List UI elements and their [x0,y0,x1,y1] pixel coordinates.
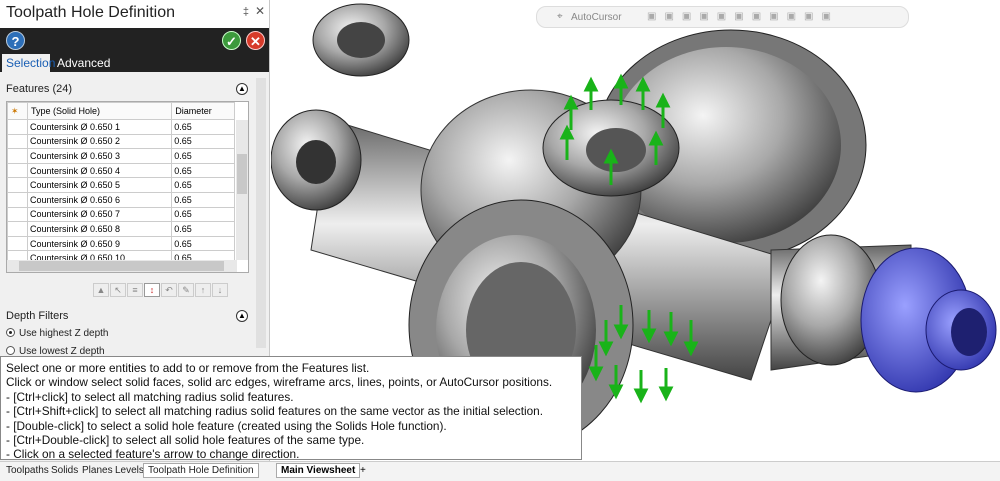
cell-diameter[interactable]: 0.65 [171,119,235,135]
arrow-down-icon[interactable]: ↓ [212,283,228,297]
tooltip-line: - [Ctrl+Shift+click] to select all match… [6,404,544,419]
table-row[interactable]: Countersink Ø 0.650 3 0.65 [7,148,235,164]
row-selector[interactable] [7,221,28,237]
column-diameter[interactable]: Diameter [171,102,235,120]
edit-icon[interactable]: ✎ [178,283,194,297]
tab-toolpath-hole-definition[interactable]: Toolpath Hole Definition [143,463,259,478]
check-icon[interactable]: ✓ [222,31,241,50]
tab-levels[interactable]: Levels [115,465,144,476]
collapse-icon[interactable]: ▲ [236,310,248,322]
grid-horizontal-scrollbar[interactable] [7,260,237,272]
panel-toolbar: ? ✓ ✕ [0,28,269,54]
tooltip-line: - Click on a selected feature's arrow to… [6,447,300,462]
collapse-icon[interactable]: ▲ [236,83,248,95]
add-viewsheet-button[interactable]: + [360,465,366,476]
table-row[interactable]: Countersink Ø 0.650 4 0.65 [7,162,235,179]
pin-icon[interactable]: ‡ [243,6,249,18]
grid-tools-icon[interactable]: ✶ [7,102,28,120]
cell-type[interactable]: Countersink Ø 0.650 2 [26,133,173,150]
column-type[interactable]: Type (Solid Hole) [26,102,173,120]
row-selector[interactable] [7,191,28,208]
tooltip-line: - [Ctrl+click] to select all matching ra… [6,389,294,404]
cell-diameter[interactable]: 0.65 [171,235,235,252]
tooltip-line: - [Double-click] to select a solid hole … [6,418,447,433]
cell-diameter[interactable]: 0.65 [171,133,235,150]
radio-highest-z[interactable]: Use highest Z depth [6,328,109,339]
tab-solids[interactable]: Solids [51,465,78,476]
cell-type[interactable]: Countersink Ø 0.650 6 [26,191,173,208]
tab-toolpaths[interactable]: Toolpaths [6,465,49,476]
cell-diameter[interactable]: 0.65 [171,148,235,164]
panel-tabs: Selection Advanced [0,54,269,72]
cell-diameter[interactable]: 0.65 [171,177,235,193]
panel-scrollbar[interactable] [256,78,266,348]
grid-vertical-scrollbar[interactable] [236,120,248,260]
cell-type[interactable]: Countersink Ø 0.650 8 [26,221,173,237]
tab-selection[interactable]: Selection [2,54,55,72]
row-selector[interactable] [7,133,28,150]
cell-diameter[interactable]: 0.65 [171,162,235,179]
cancel-icon[interactable]: ✕ [246,31,265,50]
tooltip-line: Select one or more entities to add to or… [6,361,370,375]
row-selector[interactable] [7,148,28,164]
cell-type[interactable]: Countersink Ø 0.650 7 [26,206,173,223]
row-selector[interactable] [7,177,28,193]
table-row[interactable]: Countersink Ø 0.650 1 0.65 [7,119,235,135]
tooltip-line: Click or window select solid faces, soli… [6,375,553,390]
table-row[interactable]: Countersink Ø 0.650 7 0.65 [7,206,235,223]
help-icon[interactable]: ? [6,31,25,50]
panel-title-bar: Toolpath Hole Definition ‡ ✕ [0,0,269,28]
move-up-icon[interactable]: ▲ [93,283,109,297]
select-icon[interactable]: ↖ [110,283,126,297]
row-selector[interactable] [7,206,28,223]
arrow-up-icon[interactable]: ↑ [195,283,211,297]
table-row[interactable]: Countersink Ø 0.650 5 0.65 [7,177,235,193]
cell-diameter[interactable]: 0.65 [171,206,235,223]
table-row[interactable]: Countersink Ø 0.650 6 0.65 [7,191,235,208]
undo-icon[interactable]: ↶ [161,283,177,297]
align-icon[interactable]: ≡ [127,283,143,297]
table-row[interactable]: Countersink Ø 0.650 9 0.65 [7,235,235,252]
row-selector[interactable] [7,235,28,252]
depth-filters-header: Depth Filters [6,310,69,322]
grid-toolbar: ▲ ↖ ≡ ↕ ↶ ✎ ↑ ↓ [93,280,229,298]
cell-type[interactable]: Countersink Ø 0.650 4 [26,162,173,179]
features-grid[interactable]: ✶ Type (Solid Hole) Diameter Countersink… [6,101,249,273]
bottom-tab-bar: Toolpaths Solids Planes Levels Toolpath … [0,461,1000,481]
cell-type[interactable]: Countersink Ø 0.650 5 [26,177,173,193]
tooltip-line: - [Ctrl+Double-click] to select all soli… [6,433,365,448]
tab-advanced[interactable]: Advanced [53,54,114,72]
row-selector[interactable] [7,162,28,179]
cell-diameter[interactable]: 0.65 [171,221,235,237]
reverse-icon[interactable]: ↕ [144,283,160,297]
selection-help-tooltip: Select one or more entities to add to or… [0,356,582,462]
tab-planes[interactable]: Planes [82,465,113,476]
viewsheet-tab[interactable]: Main Viewsheet [276,463,361,478]
cell-type[interactable]: Countersink Ø 0.650 9 [26,235,173,252]
close-icon[interactable]: ✕ [255,4,265,18]
features-header: Features (24) [6,83,73,95]
row-selector[interactable] [7,119,28,135]
cell-type[interactable]: Countersink Ø 0.650 1 [26,119,173,135]
cell-type[interactable]: Countersink Ø 0.650 3 [26,148,173,164]
cell-diameter[interactable]: 0.65 [171,191,235,208]
panel-title: Toolpath Hole Definition [6,4,175,21]
table-row[interactable]: Countersink Ø 0.650 8 0.65 [7,221,235,237]
table-row[interactable]: Countersink Ø 0.650 2 0.65 [7,133,235,150]
